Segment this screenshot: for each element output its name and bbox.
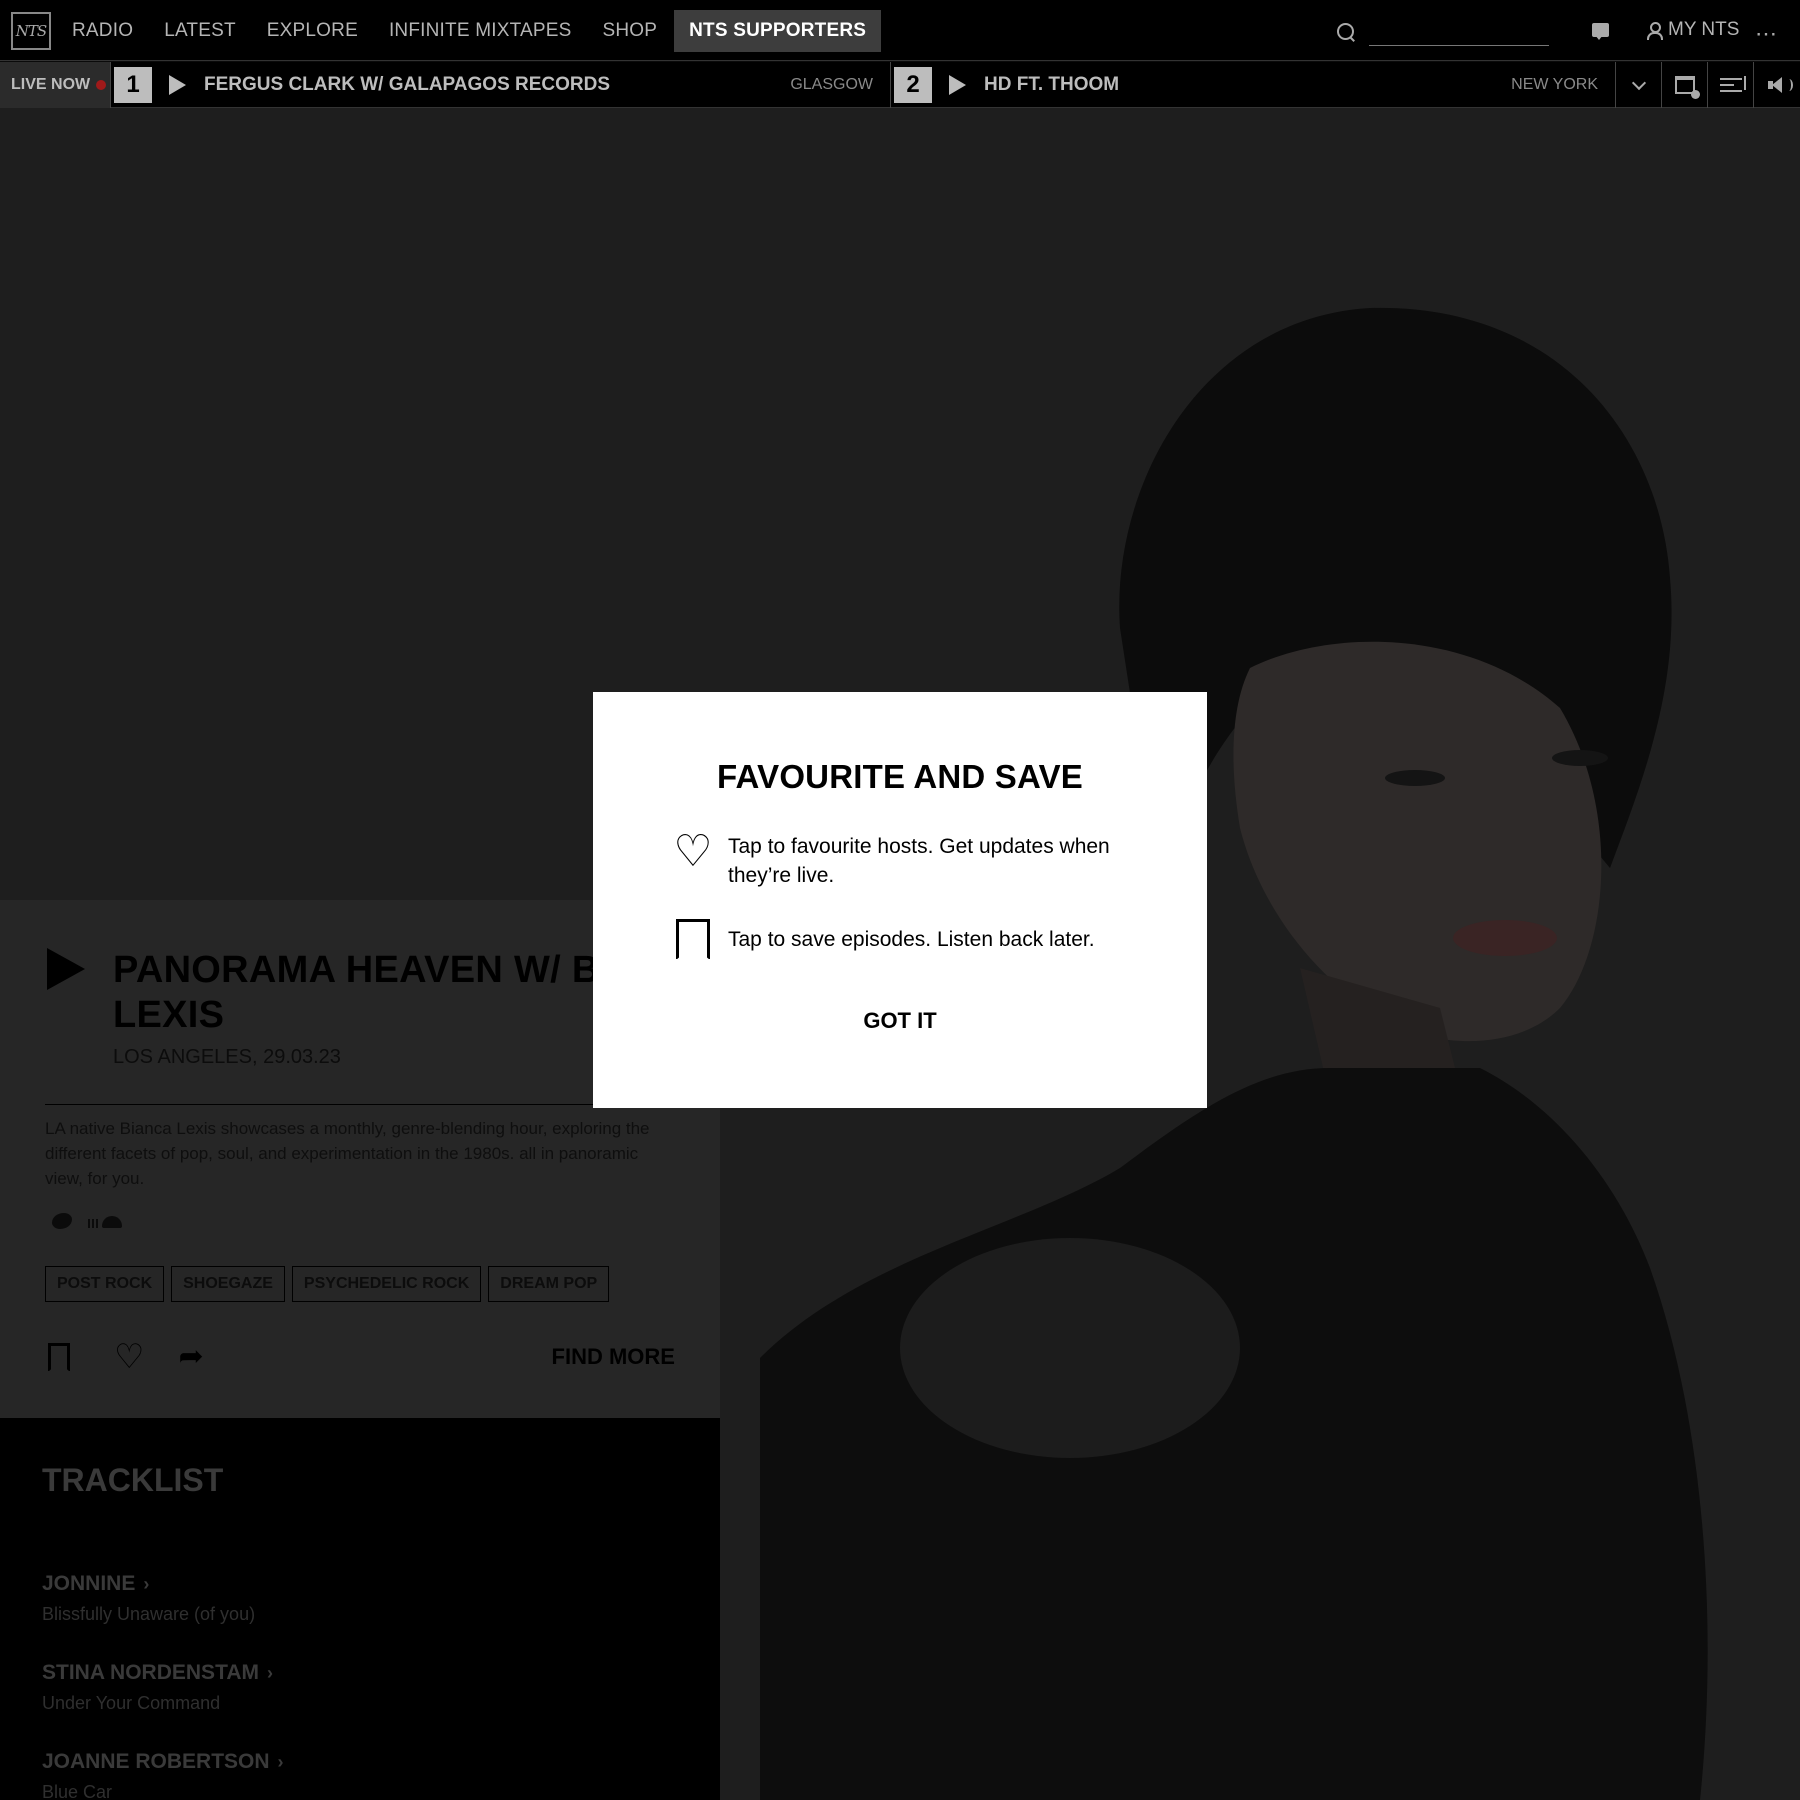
bookmark-icon	[676, 919, 710, 960]
track-title: Under Your Command	[42, 1693, 221, 1713]
favourite-save-modal: FAVOURITE AND SAVE ♡ Tap to favourite ho…	[593, 692, 1207, 1108]
episode-description: LA native Bianca Lexis showcases a month…	[45, 1119, 650, 1188]
nts-logo[interactable]: NTS	[11, 12, 51, 50]
modal-save-row: Tap to save episodes. Listen back later.	[670, 919, 1128, 960]
episode-actions: ♡ ➦ FIND MORE	[48, 1340, 675, 1374]
play-icon[interactable]	[949, 75, 966, 95]
divider	[45, 1104, 675, 1105]
modal-favourite-row: ♡ Tap to favourite hosts. Get updates wh…	[670, 827, 1128, 890]
channel-number: 2	[894, 67, 932, 103]
channel-location: NEW YORK	[1511, 76, 1598, 93]
got-it-button[interactable]: GOT IT	[593, 1008, 1207, 1034]
search-input[interactable]	[1369, 18, 1549, 46]
soundcloud-icon[interactable]	[88, 1214, 122, 1228]
track-artist[interactable]: STINA NORDENSTAM ›	[42, 1661, 273, 1685]
expand-button[interactable]	[1615, 62, 1661, 108]
channel-1-player[interactable]: 1 FERGUS CLARK W/ GALAPAGOS RECORDS GLAS…	[110, 62, 890, 108]
channel-number: 1	[114, 67, 152, 103]
modal-title: FAVOURITE AND SAVE	[716, 758, 1084, 795]
nav-radio[interactable]: RADIO	[72, 20, 133, 42]
channel-title: FERGUS CLARK W/ GALAPAGOS RECORDS	[204, 74, 611, 95]
nav-shop[interactable]: SHOP	[602, 20, 657, 42]
calendar-icon	[1674, 76, 1700, 99]
nav-latest[interactable]: LATEST	[164, 20, 236, 42]
schedule-button[interactable]	[1661, 62, 1707, 108]
chat-icon[interactable]	[1592, 23, 1609, 40]
channel-title: HD FT. THOOM	[984, 74, 1120, 95]
search-icon[interactable]	[1335, 21, 1357, 43]
my-nts-button[interactable]: MY NTS	[1646, 19, 1739, 41]
favourite-instructions: Tap to favourite hosts. Get updates when…	[728, 835, 1110, 887]
genre-tag[interactable]: PSYCHEDELIC ROCK	[291, 1266, 482, 1302]
live-now-label: LIVE NOW	[0, 62, 110, 108]
nav-explore[interactable]: EXPLORE	[267, 20, 358, 42]
share-icon[interactable]: ➦	[178, 1342, 203, 1372]
genre-tag[interactable]: DREAM POP	[488, 1266, 610, 1302]
episode-play-icon[interactable]	[47, 948, 85, 990]
find-more-button[interactable]: FIND MORE	[552, 1344, 675, 1370]
genre-tag[interactable]: SHOEGAZE	[171, 1266, 285, 1302]
more-icon[interactable]: ⋯	[1755, 21, 1778, 47]
genre-tag[interactable]: POST ROCK	[45, 1266, 165, 1302]
live-dot-icon	[96, 80, 107, 90]
my-nts-label: MY NTS	[1668, 19, 1740, 40]
play-icon[interactable]	[169, 75, 186, 95]
track-item[interactable]: STINA NORDENSTAM › Under Your Command	[42, 1661, 273, 1714]
episode-location-date: LOS ANGELES, 29.03.23	[113, 1046, 341, 1068]
track-artist[interactable]: JOANNE ROBERTSON ›	[42, 1750, 284, 1774]
channel-location: GLASGOW	[790, 76, 873, 93]
channel-2-player[interactable]: 2 HD FT. THOOM NEW YORK	[890, 62, 1615, 108]
search-bar	[1335, 18, 1549, 46]
track-title: Blue Car	[42, 1782, 113, 1800]
volume-icon	[1767, 77, 1793, 93]
twitter-icon[interactable]	[52, 1213, 72, 1229]
heart-icon: ♡	[673, 827, 713, 876]
queue-button[interactable]	[1707, 62, 1753, 108]
chevron-down-icon	[1631, 75, 1646, 90]
nav-links: RADIO LATEST EXPLORE INFINITE MIXTAPES S…	[72, 0, 912, 61]
nav-infinite-mixtapes[interactable]: INFINITE MIXTAPES	[389, 20, 572, 42]
top-navigation: NTS RADIO LATEST EXPLORE INFINITE MIXTAP…	[0, 0, 1800, 61]
live-bar: LIVE NOW 1 FERGUS CLARK W/ GALAPAGOS REC…	[0, 62, 1800, 108]
genre-tags: POST ROCK SHOEGAZE PSYCHEDELIC ROCK DREA…	[45, 1266, 616, 1302]
track-item[interactable]: JONNINE › Blissfully Unaware (of you)	[42, 1572, 255, 1625]
volume-button[interactable]	[1753, 62, 1799, 108]
tracklist-heading: TRACKLIST	[42, 1462, 224, 1498]
nav-nts-supporters[interactable]: NTS SUPPORTERS	[674, 9, 882, 52]
queue-icon	[1719, 76, 1746, 92]
save-instructions: Tap to save episodes. Listen back later.	[728, 928, 1095, 951]
heart-icon[interactable]: ♡	[114, 1340, 144, 1374]
live-now-text: LIVE NOW	[11, 76, 91, 93]
chevron-right-icon: ›	[143, 1574, 150, 1594]
chevron-right-icon: ›	[267, 1663, 273, 1683]
bookmark-icon[interactable]	[48, 1343, 70, 1372]
track-title: Blissfully Unaware (of you)	[42, 1604, 256, 1624]
chevron-right-icon: ›	[277, 1752, 284, 1772]
tracklist-section: TRACKLIST JONNINE › Blissfully Unaware (o…	[0, 1418, 720, 1800]
track-item[interactable]: JOANNE ROBERTSON › Blue Car	[42, 1750, 284, 1800]
track-artist[interactable]: JONNINE ›	[42, 1572, 255, 1596]
user-icon	[1646, 21, 1663, 40]
social-links	[52, 1213, 122, 1229]
